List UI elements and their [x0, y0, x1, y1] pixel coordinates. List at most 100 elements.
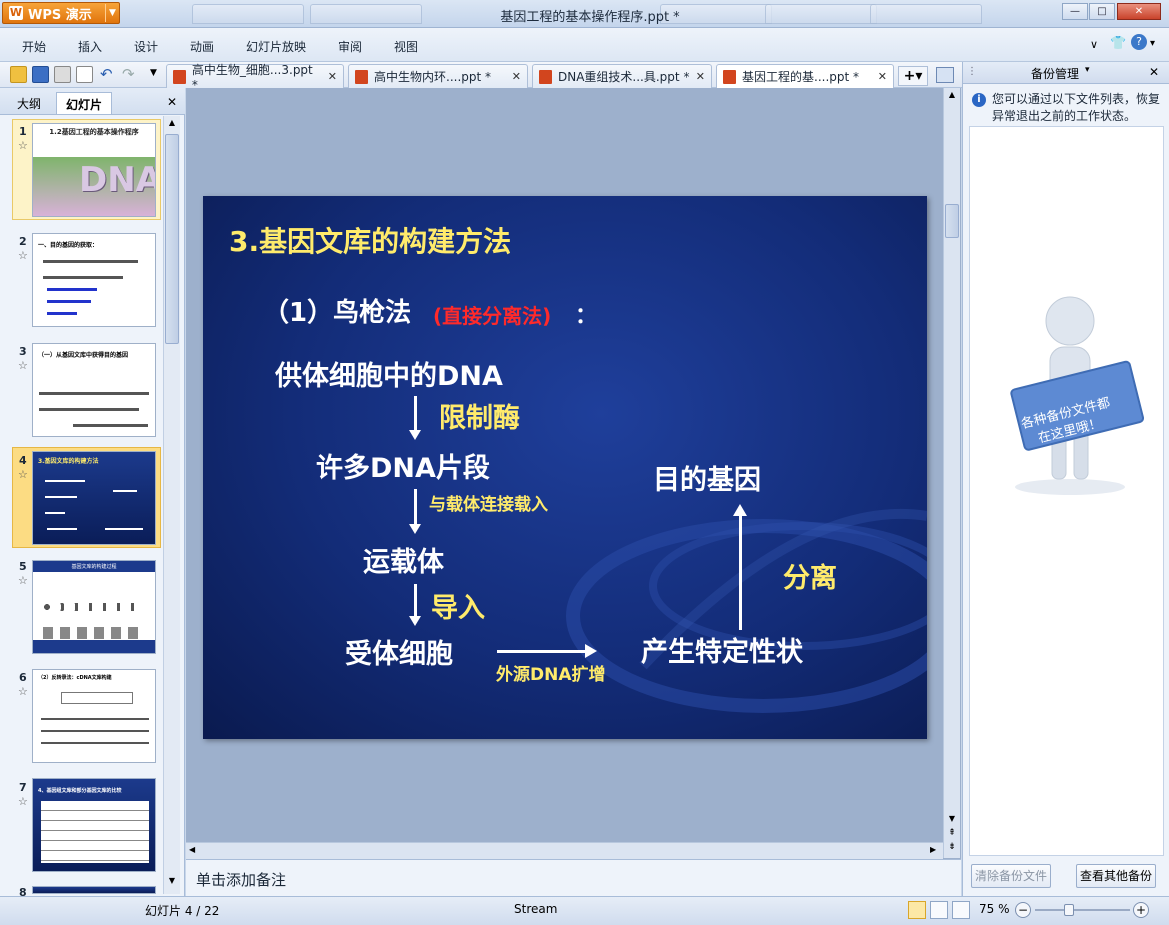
chevron-down-icon[interactable]: ▼: [105, 4, 119, 22]
menu-review[interactable]: 审阅: [338, 38, 362, 55]
redo-icon[interactable]: ↷: [122, 65, 135, 83]
scroll-down-icon[interactable]: ▼: [945, 814, 959, 823]
scroll-up-icon[interactable]: ▲: [165, 118, 179, 132]
title-bar: W WPS 演示 ▼ 基因工程的基本操作程序.ppt * — □ ✕: [0, 0, 1169, 28]
undo-icon[interactable]: ↶: [100, 65, 113, 83]
app-name: WPS 演示: [28, 7, 92, 23]
mascot-illustration: [1010, 296, 1145, 495]
thumbnails-scrollbar[interactable]: ▲ ▼: [163, 116, 180, 894]
grip-icon[interactable]: ⋮: [967, 66, 977, 77]
close-button[interactable]: ✕: [1117, 3, 1161, 20]
slide-thumbnail-3[interactable]: （一）从基因文库中获得目的基因: [32, 343, 156, 437]
wps-logo-icon: W: [9, 6, 23, 20]
slide-thumbnail-1[interactable]: 1.2基因工程的基本操作程序 DNA: [32, 123, 156, 217]
zoom-slider[interactable]: [1035, 909, 1130, 911]
clear-backup-button[interactable]: 清除备份文件: [971, 864, 1051, 888]
tab-slides[interactable]: 幻灯片: [56, 92, 113, 114]
current-slide[interactable]: 3.基因文库的构建方法 （1）鸟枪法 (直接分离法) ： 供体细胞中的DNA 限…: [203, 196, 927, 739]
view-more-backups-button[interactable]: 查看其他备份: [1076, 864, 1156, 888]
doc-tab-active[interactable]: 基因工程的基....ppt * ✕: [716, 64, 894, 88]
label-separate: 分离: [783, 563, 837, 594]
zoom-out-icon[interactable]: −: [1015, 902, 1031, 918]
chevron-down-icon[interactable]: ▾: [1085, 65, 1090, 75]
label-connect-vector: 与载体连接载入: [429, 495, 548, 515]
thumb-line: [43, 260, 138, 263]
scroll-right-icon[interactable]: ▶: [930, 845, 936, 854]
thumb-line: [47, 300, 91, 303]
menu-design[interactable]: 设计: [134, 38, 158, 55]
print-icon[interactable]: [54, 66, 71, 83]
info-icon: i: [972, 93, 986, 107]
zoom-in-icon[interactable]: +: [1133, 902, 1149, 918]
normal-view-icon[interactable]: [908, 901, 926, 919]
menu-view[interactable]: 视图: [394, 38, 418, 55]
editor-hscrollbar[interactable]: ◀ ▶: [186, 842, 943, 859]
help-icon[interactable]: ?: [1131, 34, 1147, 50]
close-icon[interactable]: ✕: [1149, 65, 1159, 79]
zoom-slider-thumb[interactable]: [1064, 904, 1074, 916]
doc-tab-label: 高中生物内环....ppt *: [374, 70, 492, 84]
backup-file-list[interactable]: 各种备份文件都在这里哦！: [969, 126, 1164, 856]
scroll-down-icon[interactable]: ▼: [165, 876, 179, 890]
editor-vscrollbar[interactable]: ▲ ▼ ⇞ ⇟: [943, 88, 960, 858]
close-tab-icon[interactable]: ✕: [328, 70, 337, 83]
open-icon[interactable]: [10, 66, 27, 83]
slide-thumbnail-7[interactable]: 4、基因组文库和部分基因文库的比较: [32, 778, 156, 872]
slide-number: 1: [19, 125, 27, 138]
menu-slideshow[interactable]: 幻灯片放映: [246, 38, 306, 55]
minimize-button[interactable]: —: [1062, 3, 1088, 20]
arrow-down: [409, 584, 421, 626]
maximize-button[interactable]: □: [1089, 3, 1115, 20]
chevron-down-icon[interactable]: ∨: [1090, 38, 1098, 51]
print-preview-icon[interactable]: [76, 66, 93, 83]
menu-insert[interactable]: 插入: [78, 38, 102, 55]
toolbar-dropdown-icon[interactable]: ▼: [150, 68, 157, 78]
ribbon-expand-icon[interactable]: ▾: [1150, 38, 1155, 49]
background-window-tab[interactable]: [310, 4, 422, 24]
notes-pane[interactable]: 单击添加备注: [186, 859, 961, 896]
slide-thumbnail-6[interactable]: （2）反转录法：cDNA文库构建: [32, 669, 156, 763]
tab-list-icon[interactable]: [936, 67, 954, 83]
thumb-title: 3.基因文库的构建方法: [38, 458, 99, 465]
close-tab-icon[interactable]: ✕: [512, 70, 521, 83]
slideshow-icon[interactable]: [952, 901, 970, 919]
thumb-line: [41, 730, 149, 732]
close-icon[interactable]: ✕: [167, 95, 177, 109]
theme-name: Stream: [514, 902, 558, 916]
menu-home[interactable]: 开始: [22, 38, 46, 55]
method-label: （1）鸟枪法: [263, 298, 412, 328]
slide-sorter-icon[interactable]: [930, 901, 948, 919]
background-window-tab[interactable]: [765, 4, 877, 24]
background-window-tab[interactable]: [870, 4, 982, 24]
new-tab-button[interactable]: +▾: [898, 66, 928, 86]
wps-app-button[interactable]: W WPS 演示 ▼: [2, 2, 120, 24]
slide-number: 5: [19, 560, 27, 573]
skin-icon[interactable]: 👕: [1110, 36, 1126, 51]
next-slide-icon[interactable]: ⇟: [945, 842, 959, 852]
slide-thumbnail-2[interactable]: 一、目的基因的获取：: [32, 233, 156, 327]
prev-slide-icon[interactable]: ⇞: [945, 828, 959, 838]
scroll-up-icon[interactable]: ▲: [945, 90, 959, 99]
menu-animation[interactable]: 动画: [190, 38, 214, 55]
tab-outline[interactable]: 大纲: [8, 92, 50, 114]
scroll-left-icon[interactable]: ◀: [189, 845, 195, 854]
close-tab-icon[interactable]: ✕: [696, 70, 705, 83]
slide-thumbnail-4[interactable]: 3.基因文库的构建方法: [32, 451, 156, 545]
scroll-thumb[interactable]: [165, 134, 179, 344]
status-bar: 幻灯片 4 / 22 Stream 75 % − +: [0, 896, 1169, 925]
doc-tab[interactable]: 高中生物_细胞...3.ppt * ✕: [166, 63, 344, 92]
slide-thumbnail-8[interactable]: [32, 886, 156, 894]
background-window-tab[interactable]: [192, 4, 304, 24]
notes-placeholder[interactable]: 单击添加备注: [196, 869, 286, 890]
slide-thumbnail-5[interactable]: 基因文库的构建过程: [32, 560, 156, 654]
star-icon: ☆: [18, 795, 28, 808]
close-tab-icon[interactable]: ✕: [878, 70, 887, 83]
step-specific-trait: 产生特定性状: [641, 637, 803, 668]
panel-title[interactable]: 备份管理: [1031, 65, 1079, 82]
doc-tab[interactable]: 高中生物内环....ppt * ✕: [348, 64, 528, 88]
doc-tab[interactable]: DNA重组技术...具.ppt * ✕: [532, 64, 712, 88]
save-icon[interactable]: [32, 66, 49, 83]
star-icon: ☆: [18, 359, 28, 372]
scroll-thumb[interactable]: [945, 204, 959, 238]
backup-panel: ⋮ 备份管理 ▾ ✕ i 您可以通过以下文件列表，恢复异常退出之前的工作状态。 …: [962, 62, 1169, 896]
